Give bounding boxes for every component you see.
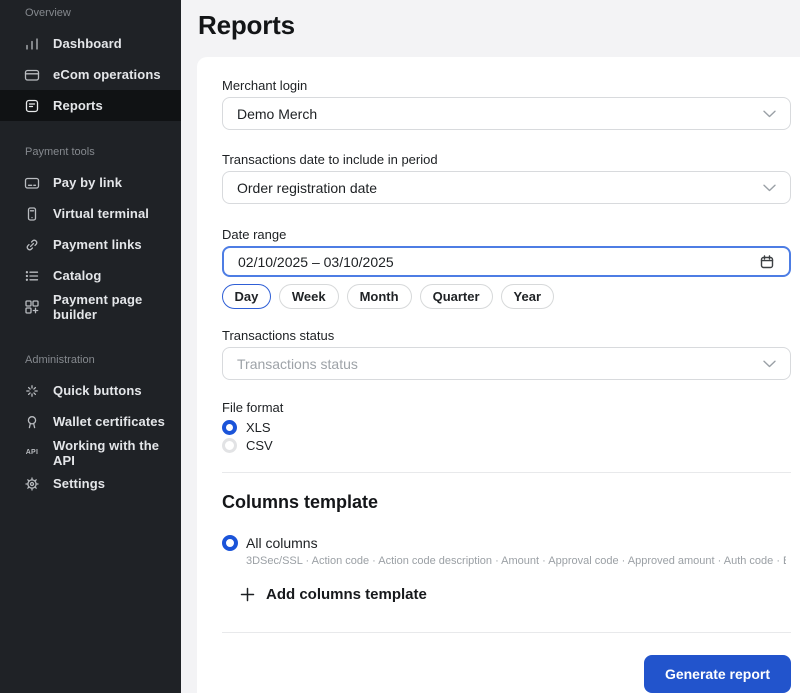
- award-icon: [24, 414, 40, 430]
- reports-form-card: Merchant login Demo Merch Transactions d…: [197, 57, 800, 693]
- transactions-date-select[interactable]: Order registration date: [222, 171, 791, 204]
- add-columns-template-label: Add columns template: [266, 586, 427, 603]
- calendar-icon[interactable]: [759, 254, 775, 270]
- sidebar-item-label: Payment links: [53, 237, 142, 252]
- radio-unchecked-icon: [222, 438, 237, 453]
- plus-icon: [240, 587, 255, 602]
- chevron-down-icon: [763, 184, 776, 192]
- sidebar-item-label: Working with the API: [53, 438, 181, 468]
- period-pill-quarter[interactable]: Quarter: [420, 284, 493, 309]
- builder-grid-icon: [24, 299, 40, 315]
- merchant-login-value: Demo Merch: [237, 106, 317, 122]
- list-icon: [24, 268, 40, 284]
- sidebar-item-label: Wallet certificates: [53, 414, 165, 429]
- transactions-date-label: Transactions date to include in period: [222, 153, 791, 167]
- gear-icon: [24, 476, 40, 492]
- form-footer: Generate report: [222, 655, 791, 693]
- transactions-date-field-block: Transactions date to include in period O…: [222, 153, 791, 204]
- sparkle-icon: [24, 383, 40, 399]
- sidebar-item-working-with-api[interactable]: API Working with the API: [0, 437, 181, 468]
- sidebar-item-dashboard[interactable]: Dashboard: [0, 28, 181, 59]
- sidebar-section-payment-tools: Payment tools: [0, 146, 181, 158]
- file-format-label: File format: [222, 401, 791, 415]
- period-pill-year[interactable]: Year: [501, 284, 554, 309]
- sidebar-item-label: Pay by link: [53, 175, 122, 190]
- period-pill-month[interactable]: Month: [347, 284, 412, 309]
- sidebar-item-label: Catalog: [53, 268, 101, 283]
- transactions-status-label: Transactions status: [222, 329, 791, 343]
- page-title: Reports: [198, 10, 295, 41]
- payment-card-icon: [24, 67, 40, 83]
- sidebar-item-payment-links[interactable]: Payment links: [0, 229, 181, 260]
- sidebar-item-label: Dashboard: [53, 36, 122, 51]
- merchant-login-select[interactable]: Demo Merch: [222, 97, 791, 130]
- period-pill-day[interactable]: Day: [222, 284, 271, 309]
- date-range-input[interactable]: 02/10/2025 – 03/10/2025: [222, 246, 791, 277]
- generate-report-button[interactable]: Generate report: [644, 655, 791, 693]
- file-format-option-csv[interactable]: CSV: [222, 437, 791, 453]
- period-pill-group: Day Week Month Quarter Year: [222, 284, 791, 309]
- terminal-icon: [24, 206, 40, 222]
- file-format-option-label: CSV: [246, 438, 273, 453]
- sidebar-item-label: Payment page builder: [53, 292, 181, 322]
- transactions-status-placeholder: Transactions status: [237, 356, 358, 372]
- sidebar-item-quick-buttons[interactable]: Quick buttons: [0, 375, 181, 406]
- period-pill-week[interactable]: Week: [279, 284, 339, 309]
- sidebar-section-administration: Administration: [0, 354, 181, 366]
- date-range-label: Date range: [222, 228, 791, 242]
- sidebar-item-label: eCom operations: [53, 67, 161, 82]
- sidebar-item-label: Settings: [53, 476, 105, 491]
- date-range-field-block: Date range 02/10/2025 – 03/10/2025 Day W…: [222, 228, 791, 309]
- report-icon: [24, 98, 40, 114]
- link-icon: [24, 237, 40, 253]
- chevron-down-icon: [763, 360, 776, 368]
- columns-template-option-label: All columns: [246, 535, 318, 551]
- transactions-status-field-block: Transactions status Transactions status: [222, 329, 791, 380]
- sidebar-item-virtual-terminal[interactable]: Virtual terminal: [0, 198, 181, 229]
- transactions-date-value: Order registration date: [237, 180, 377, 196]
- sidebar: Overview Dashboard eCom operations Repor…: [0, 0, 181, 693]
- sidebar-item-label: Quick buttons: [53, 383, 142, 398]
- pay-by-link-icon: [24, 175, 40, 191]
- sidebar-item-label: Reports: [53, 98, 103, 113]
- columns-preview-text: 3DSec/SSL · Action code · Action code de…: [246, 555, 786, 567]
- radio-checked-icon: [222, 420, 237, 435]
- api-icon: API: [24, 445, 40, 461]
- sidebar-item-pay-by-link[interactable]: Pay by link: [0, 167, 181, 198]
- add-columns-template-button[interactable]: Add columns template: [240, 586, 427, 603]
- merchant-login-field-block: Merchant login Demo Merch: [222, 79, 791, 130]
- sidebar-item-ecom-operations[interactable]: eCom operations: [0, 59, 181, 90]
- sidebar-item-wallet-certificates[interactable]: Wallet certificates: [0, 406, 181, 437]
- merchant-login-label: Merchant login: [222, 79, 791, 93]
- chevron-down-icon: [763, 110, 776, 118]
- sidebar-item-payment-page-builder[interactable]: Payment page builder: [0, 291, 181, 322]
- date-range-value: 02/10/2025 – 03/10/2025: [238, 254, 394, 270]
- file-format-option-xls[interactable]: XLS: [222, 419, 791, 435]
- sidebar-section-overview: Overview: [0, 7, 181, 19]
- columns-template-heading: Columns template: [222, 492, 791, 513]
- columns-template-option-all[interactable]: All columns: [222, 535, 791, 551]
- file-format-block: File format XLS CSV: [222, 401, 791, 453]
- sidebar-item-reports[interactable]: Reports: [0, 90, 181, 121]
- radio-checked-icon: [222, 535, 238, 551]
- sidebar-item-catalog[interactable]: Catalog: [0, 260, 181, 291]
- transactions-status-select[interactable]: Transactions status: [222, 347, 791, 380]
- section-divider: [222, 472, 791, 473]
- sidebar-item-label: Virtual terminal: [53, 206, 149, 221]
- file-format-option-label: XLS: [246, 420, 271, 435]
- bar-chart-icon: [24, 36, 40, 52]
- footer-divider: [222, 632, 791, 633]
- sidebar-item-settings[interactable]: Settings: [0, 468, 181, 499]
